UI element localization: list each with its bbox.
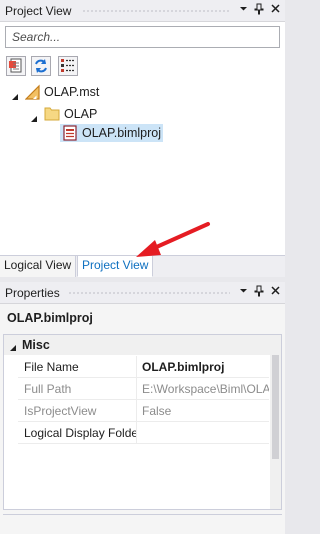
- property-name: Full Path: [24, 382, 72, 396]
- property-name: File Name: [24, 360, 79, 374]
- tab-logical-view[interactable]: Logical View: [0, 256, 77, 277]
- list-icon: [61, 59, 75, 72]
- close-icon[interactable]: [268, 3, 282, 18]
- folder-icon: [44, 106, 60, 126]
- scrollbar-thumb[interactable]: [272, 355, 279, 459]
- tree-item-file-label: OLAP.bimlproj: [82, 126, 161, 140]
- expanded-arrow-icon[interactable]: [30, 110, 39, 122]
- properties-title: Properties: [5, 286, 60, 300]
- property-value[interactable]: OLAP.bimlproj: [142, 360, 269, 374]
- search-box: [5, 26, 280, 48]
- property-name: IsProjectView: [24, 404, 97, 418]
- biml-project-icon: [63, 125, 77, 146]
- property-row-is-project-view[interactable]: IsProjectView False: [18, 400, 269, 422]
- annotation-arrow-icon: [136, 222, 210, 257]
- column-divider[interactable]: [136, 378, 137, 399]
- tree-item-root[interactable]: OLAP.mst: [0, 83, 285, 101]
- property-row-full-path[interactable]: Full Path E:\Workspace\Biml\OLAP: [18, 378, 269, 400]
- category-row-misc[interactable]: Misc: [4, 335, 281, 355]
- column-divider[interactable]: [136, 356, 137, 377]
- show-all-files-button[interactable]: [6, 56, 26, 76]
- property-name: Logical Display Folder: [24, 426, 136, 440]
- property-row-file-name[interactable]: File Name OLAP.bimlproj: [18, 356, 269, 378]
- pin-icon[interactable]: [252, 285, 266, 300]
- properties-list-button[interactable]: [58, 56, 78, 76]
- properties-header: Properties: [0, 282, 285, 304]
- ruler-icon: [24, 84, 42, 105]
- category-label: Misc: [22, 338, 50, 352]
- drag-grip[interactable]: [82, 9, 230, 14]
- project-view-header: Project View: [0, 0, 285, 22]
- expanded-arrow-icon[interactable]: [11, 88, 20, 100]
- property-row-logical-display-folder[interactable]: Logical Display Folder: [18, 422, 269, 444]
- close-icon[interactable]: [268, 285, 282, 300]
- column-divider[interactable]: [136, 400, 137, 421]
- expanded-arrow-icon[interactable]: [9, 341, 17, 355]
- search-input[interactable]: [6, 27, 279, 47]
- project-view-title: Project View: [5, 4, 72, 18]
- property-description-area: [3, 514, 282, 532]
- selected-object-name: OLAP.bimlproj: [7, 311, 93, 325]
- tree-item-folder[interactable]: OLAP: [0, 105, 285, 123]
- dropdown-icon[interactable]: [236, 3, 250, 18]
- document-icon: [9, 58, 22, 73]
- property-grid: Misc File Name OLAP.bimlproj Full Path E…: [3, 334, 282, 510]
- pin-icon[interactable]: [252, 3, 266, 18]
- refresh-button[interactable]: [31, 56, 51, 76]
- refresh-icon: [35, 59, 47, 73]
- tree-item-folder-label: OLAP: [64, 107, 98, 121]
- property-value: E:\Workspace\Biml\OLAP: [142, 382, 269, 396]
- tree-item-root-label: OLAP.mst: [44, 85, 100, 99]
- property-value: False: [142, 404, 172, 418]
- dropdown-icon[interactable]: [236, 285, 250, 300]
- column-divider[interactable]: [136, 422, 137, 443]
- drag-grip[interactable]: [68, 291, 230, 296]
- tree-item-file[interactable]: OLAP.bimlproj: [60, 124, 163, 142]
- properties-panel: Properties OLAP.bimlproj Misc File Name …: [0, 282, 285, 534]
